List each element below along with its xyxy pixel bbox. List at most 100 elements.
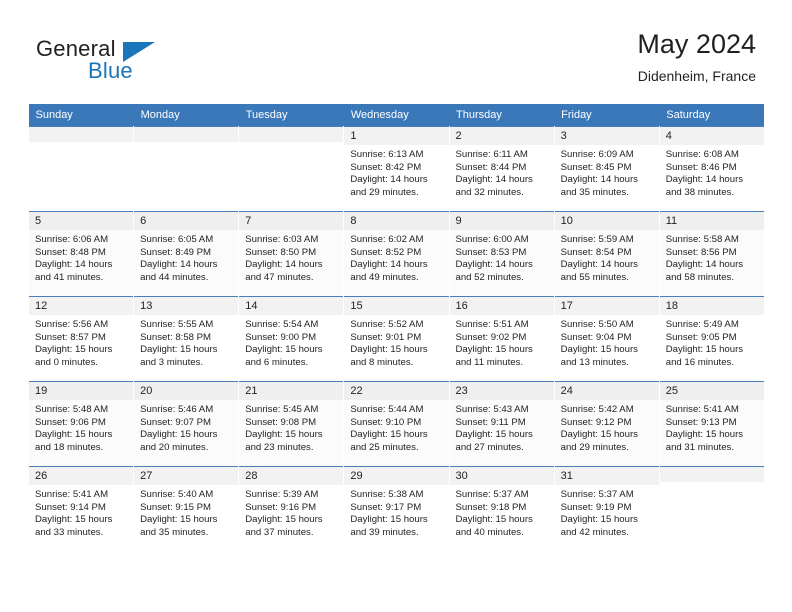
day-details: Sunrise: 5:37 AM Sunset: 9:19 PM Daylight:…	[555, 485, 659, 539]
calendar-day-cell[interactable]: 4 Sunrise: 6:08 AM Sunset: 8:46 PM Daylight…	[658, 126, 765, 212]
calendar-day-cell[interactable]: 23 Sunrise: 5:43 AM Sunset: 9:11 PM Dayligh…	[448, 381, 555, 467]
day-details: Sunrise: 5:50 AM Sunset: 9:04 PM Daylight:…	[555, 315, 659, 369]
daylight-text-line2: and 31 minutes.	[665, 441, 735, 453]
daylight-text-line2: and 33 minutes.	[35, 526, 104, 538]
calendar-day-cell[interactable]: 9 Sunrise: 6:00 AM Sunset: 8:53 PM Daylight…	[448, 211, 555, 297]
calendar-day-cell[interactable]: 30 Sunrise: 5:37 AM Sunset: 9:18 PM Dayligh…	[448, 466, 555, 551]
sunset-text: Sunset: 8:52 PM	[350, 246, 422, 258]
calendar-day-cell[interactable]: 13 Sunrise: 5:55 AM Sunset: 8:58 PM Dayligh…	[133, 296, 240, 382]
daylight-text-line1: Daylight: 15 hours	[665, 429, 744, 441]
calendar-day-cell[interactable]: 5 Sunrise: 6:06 AM Sunset: 8:48 PM Daylight…	[27, 211, 135, 297]
day-details: Sunrise: 6:09 AM Sunset: 8:45 PM Daylight:…	[555, 145, 659, 199]
day-details: Sunrise: 5:49 AM Sunset: 9:05 PM Daylight:…	[660, 315, 764, 369]
day-number: 3	[554, 127, 659, 145]
day-details: Sunrise: 5:55 AM Sunset: 8:58 PM Daylight:…	[134, 315, 238, 369]
calendar-day-cell[interactable]: 21 Sunrise: 5:45 AM Sunset: 9:08 PM Dayligh…	[238, 381, 345, 467]
day-number: 13	[134, 297, 239, 315]
calendar-day-cell[interactable]: 22 Sunrise: 5:44 AM Sunset: 9:10 PM Dayligh…	[343, 381, 450, 467]
calendar-table: Sunday Monday Tuesday Wednesday Thursday…	[27, 104, 765, 551]
sunrise-text: Sunrise: 5:43 AM	[455, 404, 529, 415]
day-details: Sunrise: 5:42 AM Sunset: 9:12 PM Daylight:…	[555, 400, 659, 454]
day-details: Sunrise: 6:00 AM Sunset: 8:53 PM Daylight:…	[450, 230, 554, 284]
calendar-day-cell-empty	[238, 126, 345, 212]
calendar-day-cell[interactable]: 17 Sunrise: 5:50 AM Sunset: 9:04 PM Dayligh…	[553, 296, 660, 382]
daylight-text-line1: Daylight: 14 hours	[455, 259, 533, 271]
day-details: Sunrise: 5:39 AM Sunset: 9:16 PM Daylight:…	[239, 485, 343, 539]
sunrise-text: Sunrise: 5:49 AM	[665, 319, 739, 330]
daylight-text-line2: and 35 minutes.	[140, 526, 209, 538]
calendar-day-cell[interactable]: 2 Sunrise: 6:11 AM Sunset: 8:44 PM Daylight…	[448, 126, 555, 212]
calendar-day-cell[interactable]: 29 Sunrise: 5:38 AM Sunset: 9:17 PM Dayligh…	[343, 466, 450, 551]
sunset-text: Sunset: 9:17 PM	[350, 501, 422, 513]
calendar-day-cell[interactable]: 19 Sunrise: 5:48 AM Sunset: 9:06 PM Dayligh…	[27, 381, 135, 467]
weekday-header-tuesday: Tuesday	[238, 104, 344, 127]
sunset-text: Sunset: 8:42 PM	[350, 161, 422, 173]
sunset-text: Sunset: 9:11 PM	[455, 416, 526, 428]
calendar-day-cell[interactable]: 10 Sunrise: 5:59 AM Sunset: 8:54 PM Dayligh…	[553, 211, 660, 297]
calendar-day-cell[interactable]: 16 Sunrise: 5:51 AM Sunset: 9:02 PM Dayligh…	[448, 296, 555, 382]
daylight-text-line2: and 32 minutes.	[455, 186, 524, 198]
sunset-text: Sunset: 8:58 PM	[140, 331, 212, 343]
day-number: 19	[29, 382, 134, 400]
calendar-week-row: 19 Sunrise: 5:48 AM Sunset: 9:06 PM Dayligh…	[27, 381, 765, 467]
daylight-text-line2: and 13 minutes.	[560, 356, 629, 368]
weekday-header-thursday: Thursday	[449, 104, 555, 127]
calendar-day-cell[interactable]: 26 Sunrise: 5:41 AM Sunset: 9:14 PM Dayligh…	[27, 466, 135, 551]
calendar-day-cell[interactable]: 27 Sunrise: 5:40 AM Sunset: 9:15 PM Dayligh…	[133, 466, 240, 551]
calendar-day-cell[interactable]: 31 Sunrise: 5:37 AM Sunset: 9:19 PM Dayligh…	[553, 466, 660, 551]
daylight-text-line1: Daylight: 15 hours	[140, 514, 218, 526]
daylight-text-line2: and 0 minutes.	[35, 356, 98, 368]
day-number: 14	[239, 297, 344, 315]
sunset-text: Sunset: 9:16 PM	[245, 501, 317, 513]
calendar-day-cell-empty	[133, 126, 240, 212]
sunrise-text: Sunrise: 5:51 AM	[455, 319, 529, 330]
sunset-text: Sunset: 8:57 PM	[35, 331, 106, 343]
calendar-day-cell[interactable]: 24 Sunrise: 5:42 AM Sunset: 9:12 PM Dayligh…	[553, 381, 660, 467]
day-details: Sunrise: 5:44 AM Sunset: 9:10 PM Daylight:…	[344, 400, 448, 454]
daylight-text-line2: and 37 minutes.	[245, 526, 314, 538]
day-details: Sunrise: 6:03 AM Sunset: 8:50 PM Daylight:…	[239, 230, 343, 284]
logo-text-blue: Blue	[88, 58, 133, 83]
day-number: 10	[554, 212, 659, 230]
daylight-text-line1: Daylight: 15 hours	[35, 429, 113, 441]
calendar-day-cell-empty	[27, 126, 135, 212]
calendar-day-cell[interactable]: 25 Sunrise: 5:41 AM Sunset: 9:13 PM Dayligh…	[658, 381, 765, 467]
calendar-day-cell[interactable]: 11 Sunrise: 5:58 AM Sunset: 8:56 PM Dayligh…	[658, 211, 765, 297]
calendar-day-cell[interactable]: 15 Sunrise: 5:52 AM Sunset: 9:01 PM Dayligh…	[343, 296, 450, 382]
calendar-day-cell[interactable]: 8 Sunrise: 6:02 AM Sunset: 8:52 PM Daylight…	[343, 211, 450, 297]
sunrise-text: Sunrise: 6:13 AM	[350, 149, 424, 160]
calendar-day-cell[interactable]: 14 Sunrise: 5:54 AM Sunset: 9:00 PM Dayligh…	[238, 296, 345, 382]
calendar-day-cell[interactable]: 6 Sunrise: 6:05 AM Sunset: 8:49 PM Daylight…	[133, 211, 240, 297]
daylight-text-line1: Daylight: 15 hours	[245, 429, 323, 441]
daylight-text-line1: Daylight: 15 hours	[350, 344, 428, 356]
day-details: Sunrise: 5:43 AM Sunset: 9:11 PM Daylight:…	[450, 400, 554, 454]
calendar-day-cell[interactable]: 3 Sunrise: 6:09 AM Sunset: 8:45 PM Daylight…	[553, 126, 660, 212]
day-number: 31	[554, 467, 659, 485]
calendar-day-cell[interactable]: 1 Sunrise: 6:13 AM Sunset: 8:42 PM Daylight…	[343, 126, 450, 212]
calendar-day-cell[interactable]: 18 Sunrise: 5:49 AM Sunset: 9:05 PM Dayligh…	[658, 296, 765, 382]
day-details: Sunrise: 5:41 AM Sunset: 9:13 PM Daylight:…	[660, 400, 764, 454]
day-number: 2	[449, 127, 554, 145]
page-subtitle: Didenheim, France	[637, 68, 756, 84]
daylight-text-line1: Daylight: 15 hours	[350, 429, 428, 441]
sunrise-text: Sunrise: 6:11 AM	[455, 149, 528, 160]
day-details: Sunrise: 5:58 AM Sunset: 8:56 PM Daylight:…	[660, 230, 764, 284]
day-number: 12	[29, 297, 134, 315]
daylight-text-line2: and 42 minutes.	[560, 526, 629, 538]
sunrise-text: Sunrise: 5:58 AM	[665, 234, 739, 245]
sunrise-text: Sunrise: 5:42 AM	[560, 404, 634, 415]
day-details: Sunrise: 5:52 AM Sunset: 9:01 PM Daylight:…	[344, 315, 448, 369]
calendar-day-cell[interactable]: 7 Sunrise: 6:03 AM Sunset: 8:50 PM Daylight…	[238, 211, 345, 297]
daylight-text-line1: Daylight: 14 hours	[350, 174, 428, 186]
general-blue-logo[interactable]: General Blue	[36, 36, 276, 92]
day-details: Sunrise: 5:51 AM Sunset: 9:02 PM Daylight:…	[450, 315, 554, 369]
calendar-day-cell[interactable]: 12 Sunrise: 5:56 AM Sunset: 8:57 PM Dayligh…	[27, 296, 135, 382]
day-number-bar	[134, 127, 239, 142]
sunrise-text: Sunrise: 6:06 AM	[35, 234, 109, 245]
sunset-text: Sunset: 8:44 PM	[455, 161, 527, 173]
daylight-text-line2: and 39 minutes.	[350, 526, 419, 538]
calendar-day-cell[interactable]: 28 Sunrise: 5:39 AM Sunset: 9:16 PM Dayligh…	[238, 466, 345, 551]
day-details: Sunrise: 5:56 AM Sunset: 8:57 PM Daylight:…	[29, 315, 133, 369]
calendar-day-cell[interactable]: 20 Sunrise: 5:46 AM Sunset: 9:07 PM Dayligh…	[133, 381, 240, 467]
daylight-text-line2: and 49 minutes.	[350, 271, 419, 283]
